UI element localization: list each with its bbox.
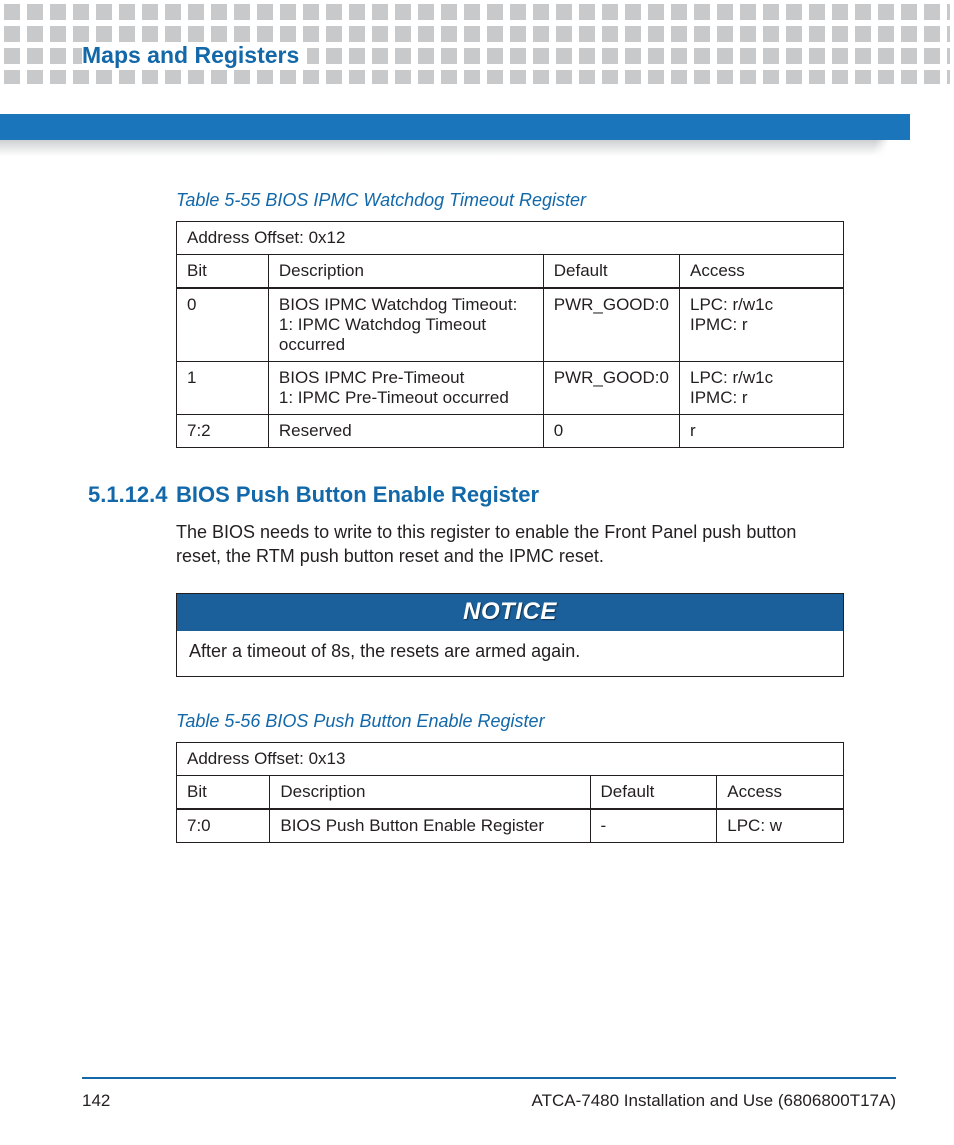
table-row: 7:0 BIOS Push Button Enable Register - L… bbox=[177, 809, 844, 843]
section-title: BIOS Push Button Enable Register bbox=[176, 482, 539, 508]
table-55-hdr-access: Access bbox=[679, 255, 843, 289]
chapter-title: Maps and Registers bbox=[82, 42, 307, 69]
table-row: 0 BIOS IPMC Watchdog Timeout: 1: IPMC Wa… bbox=[177, 288, 844, 362]
table-56-address: Address Offset: 0x13 bbox=[177, 742, 844, 775]
table-56: Address Offset: 0x13 Bit Description Def… bbox=[176, 742, 844, 843]
table-55-caption: Table 5-55 BIOS IPMC Watchdog Timeout Re… bbox=[176, 190, 844, 211]
notice-box: NOTICE After a timeout of 8s, the resets… bbox=[176, 593, 844, 677]
table-55: Address Offset: 0x12 Bit Description Def… bbox=[176, 221, 844, 448]
table-56-hdr-description: Description bbox=[270, 775, 590, 809]
table-55-hdr-description: Description bbox=[268, 255, 543, 289]
section-number: 5.1.12.4 bbox=[88, 482, 176, 508]
table-56-hdr-bit: Bit bbox=[177, 775, 270, 809]
table-55-hdr-bit: Bit bbox=[177, 255, 269, 289]
footer-rule bbox=[82, 1077, 896, 1079]
notice-body: After a timeout of 8s, the resets are ar… bbox=[177, 631, 843, 676]
header-grey-gradient bbox=[0, 140, 910, 156]
table-56-hdr-access: Access bbox=[717, 775, 844, 809]
table-row: 7:2 Reserved 0 r bbox=[177, 415, 844, 448]
table-56-caption: Table 5-56 BIOS Push Button Enable Regis… bbox=[176, 711, 844, 732]
notice-label: NOTICE bbox=[177, 594, 843, 631]
document-id: ATCA-7480 Installation and Use (6806800T… bbox=[532, 1091, 896, 1111]
table-56-hdr-default: Default bbox=[590, 775, 717, 809]
page-number: 142 bbox=[82, 1091, 110, 1111]
table-55-hdr-default: Default bbox=[543, 255, 679, 289]
section-body: The BIOS needs to write to this register… bbox=[176, 520, 844, 569]
table-row: 1 BIOS IPMC Pre-Timeout 1: IPMC Pre-Time… bbox=[177, 362, 844, 415]
table-55-address: Address Offset: 0x12 bbox=[177, 222, 844, 255]
header-blue-bar bbox=[0, 114, 910, 140]
